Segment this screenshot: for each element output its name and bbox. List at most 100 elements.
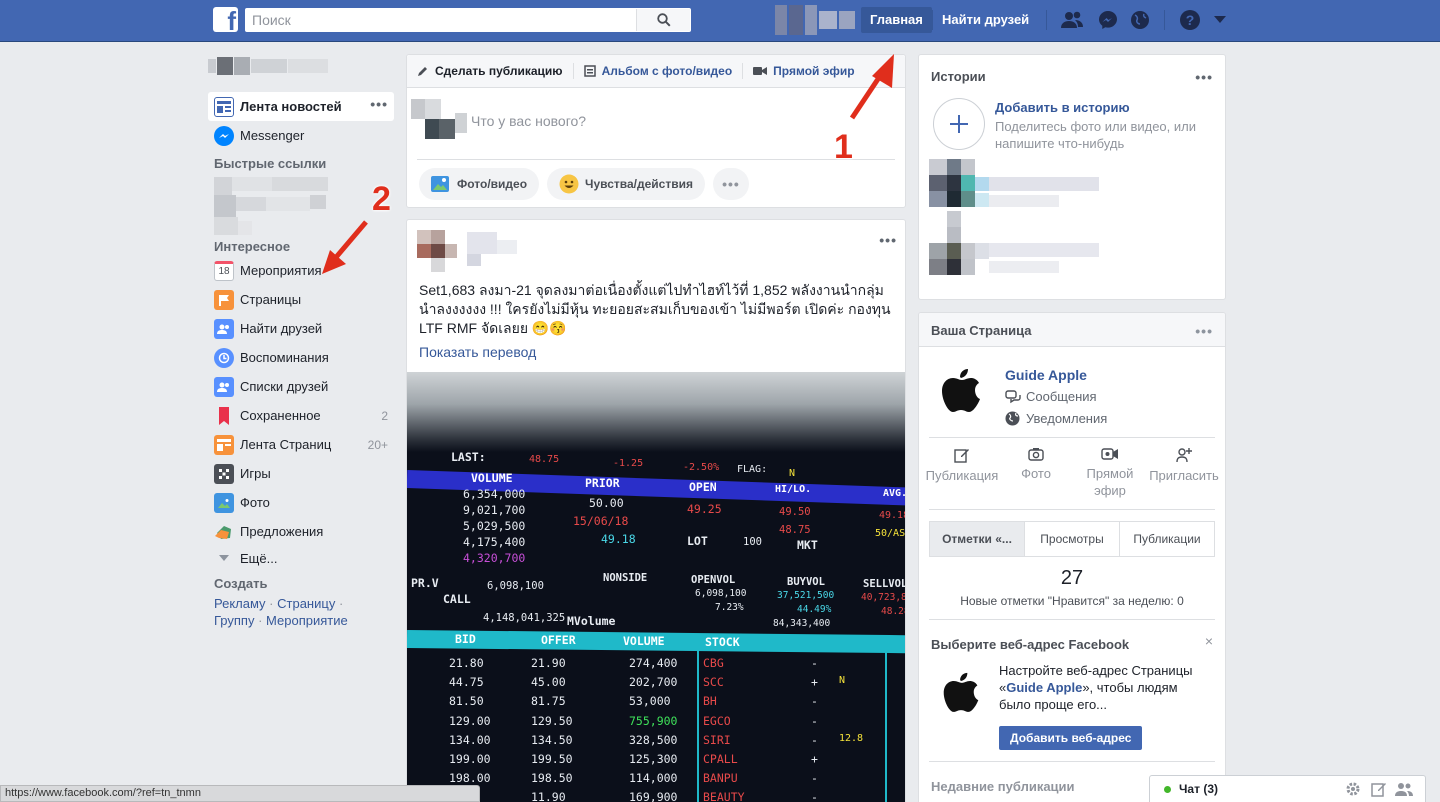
stock-flag-cell: N — [839, 675, 846, 687]
page-notifications-link[interactable]: Уведомления — [1005, 411, 1107, 426]
see-translation-link[interactable]: Показать перевод — [419, 344, 536, 360]
tab-live-video[interactable]: Прямой эфир — [753, 64, 855, 78]
tab-likes[interactable]: Отметки «... — [930, 522, 1025, 556]
emoji-icon — [559, 174, 579, 194]
open-header: OPEN — [689, 480, 717, 494]
sidebar-item-messenger[interactable]: Messenger — [208, 121, 398, 150]
button-label: Фото/видео — [457, 177, 528, 191]
likes-count: 27 — [1060, 567, 1084, 589]
apple-logo-icon — [942, 369, 980, 412]
sidebar-item-friend-lists[interactable]: Списки друзей — [208, 372, 398, 401]
tab-create-post[interactable]: Сделать публикацию — [417, 64, 563, 78]
close-icon[interactable]: × — [1205, 633, 1213, 649]
more-options-icon[interactable]: ••• — [370, 96, 388, 112]
add-web-address-button[interactable]: Добавить веб-адрес — [999, 726, 1143, 750]
stock-sign-cell: - — [811, 656, 818, 670]
page-action-live[interactable]: Прямой эфир — [1073, 447, 1147, 499]
pencil-icon — [418, 67, 427, 76]
apple-logo-avatar[interactable] — [935, 363, 987, 415]
live-video-icon — [1101, 448, 1118, 460]
friend-requests-icon[interactable] — [1060, 9, 1084, 31]
find-friends-button[interactable]: Найти друзей — [933, 7, 1038, 33]
sidebar-item-news-feed[interactable]: Лента новостей ••• — [208, 92, 394, 121]
photo-video-button[interactable]: Фото/видео — [419, 168, 540, 200]
post-text: Set1,683 ลงมา-21 จุดลงมาต่อเนื่องตั้งแต่… — [419, 282, 891, 336]
sidebar-item-label: Игры — [240, 466, 271, 481]
post-card: ••• Set1,683 ลงมา-21 จุดลงมาต่อเนื่องตั้… — [406, 219, 906, 802]
create-group-link[interactable]: Группу — [214, 613, 254, 628]
create-ad-link[interactable]: Рекламу — [214, 596, 266, 611]
account-menu-caret-icon[interactable] — [1208, 9, 1232, 31]
sidebar-item-label: Сохраненное — [240, 408, 321, 423]
call-label: CALL — [443, 592, 471, 606]
desc-page-link[interactable]: Guide Apple — [1006, 680, 1082, 695]
sidebar-item-saved[interactable]: Сохраненное 2 — [208, 401, 398, 430]
last-label: LAST: — [451, 450, 486, 464]
stock-stock-cell: CBG — [703, 656, 724, 670]
more-actions-button[interactable]: ••• — [712, 168, 749, 200]
sidebar-item-memories[interactable]: Воспоминания — [208, 343, 398, 372]
quick-links-pixelated[interactable] — [208, 177, 398, 237]
feeling-activity-button[interactable]: Чувства/действия — [547, 168, 705, 200]
stock-sign-cell: - — [811, 694, 818, 709]
stock-offer-cell: 45.00 — [531, 675, 566, 690]
help-icon[interactable]: ? — [1178, 9, 1202, 31]
page-action-invite[interactable]: Пригласить — [1147, 447, 1221, 499]
volume-header: VOLUME — [471, 471, 513, 485]
your-page-options-icon[interactable]: ••• — [1195, 323, 1213, 339]
chevron-down-icon — [214, 548, 234, 568]
notifications-globe-icon[interactable] — [1128, 9, 1152, 31]
stories-options-icon[interactable]: ••• — [1195, 69, 1213, 85]
low-value: 48.75 — [779, 524, 811, 536]
stock-bid-cell: 134.00 — [449, 732, 491, 747]
post-author-pixelated[interactable] — [417, 230, 517, 276]
action-label: Прямой эфир — [1086, 466, 1134, 498]
last-change: -1.25 — [613, 458, 644, 469]
sidebar-item-pages[interactable]: Страницы — [208, 285, 398, 314]
sidebar-item-find-friends[interactable]: Найти друзей — [208, 314, 398, 343]
facebook-logo-icon[interactable]: f — [213, 7, 238, 32]
sidebar-item-photos[interactable]: Фото — [208, 488, 398, 517]
chat-bar[interactable]: Чат (3) — [1149, 775, 1426, 802]
add-story-button[interactable] — [933, 98, 985, 150]
sidebar-item-offers[interactable]: Предложения — [208, 517, 398, 546]
group-chat-icon[interactable] — [1395, 781, 1413, 800]
post-options-icon[interactable]: ••• — [879, 232, 897, 248]
stock-offer-cell: 134.50 — [531, 732, 573, 747]
add-story-link[interactable]: Добавить в историю — [995, 100, 1130, 115]
create-event-link[interactable]: Мероприятие — [266, 613, 348, 628]
stock-offer-cell: 81.75 — [531, 694, 566, 709]
create-page-link[interactable]: Страницу — [277, 596, 335, 611]
memories-icon — [214, 347, 234, 368]
page-action-post[interactable]: Публикация — [925, 447, 999, 499]
settings-gear-icon[interactable] — [1345, 781, 1361, 800]
calendar-icon: 18 — [214, 260, 234, 281]
sidebar-item-events[interactable]: 18 Мероприятия — [208, 256, 398, 285]
page-name-link[interactable]: Guide Apple — [1005, 367, 1087, 383]
search-button[interactable] — [636, 9, 690, 31]
page-action-photo[interactable]: Фото — [999, 447, 1073, 499]
tab-views[interactable]: Просмотры — [1025, 522, 1120, 556]
action-label: Публикация — [925, 468, 999, 483]
tab-posts[interactable]: Публикации — [1120, 522, 1214, 556]
composer-input[interactable]: Что у вас нового? — [471, 113, 586, 129]
stock-bid-cell: 198.00 — [449, 771, 491, 786]
stock-volume-cell: 755,900 — [629, 713, 678, 728]
home-button[interactable]: Главная — [861, 7, 932, 33]
volume-value: 9,021,700 — [463, 503, 526, 517]
profile-avatar-pixelated[interactable] — [775, 4, 855, 36]
sidebar-more-link[interactable]: Ещё... — [208, 546, 398, 570]
page-messages-link[interactable]: Сообщения — [1005, 389, 1097, 404]
quick-links-heading: Быстрые ссылки — [214, 156, 327, 171]
left-sidebar: Лента новостей ••• Messenger Быстрые ссы… — [208, 50, 398, 629]
stories-list-pixelated[interactable] — [929, 159, 1109, 279]
post-photo[interactable]: LAST: 48.75 -1.25 -2.50% FLAG: N VOLUME … — [407, 372, 905, 802]
volume-value: 6,354,000 — [463, 487, 526, 501]
profile-link-pixelated[interactable] — [208, 50, 398, 82]
sidebar-item-games[interactable]: Игры — [208, 459, 398, 488]
search-input[interactable] — [245, 9, 636, 31]
sidebar-item-pages-feed[interactable]: Лента Страниц 20+ — [208, 430, 398, 459]
new-message-icon[interactable] — [1371, 781, 1387, 800]
messenger-icon[interactable] — [1096, 9, 1120, 31]
tab-photo-album[interactable]: Альбом с фото/видео — [583, 64, 732, 78]
